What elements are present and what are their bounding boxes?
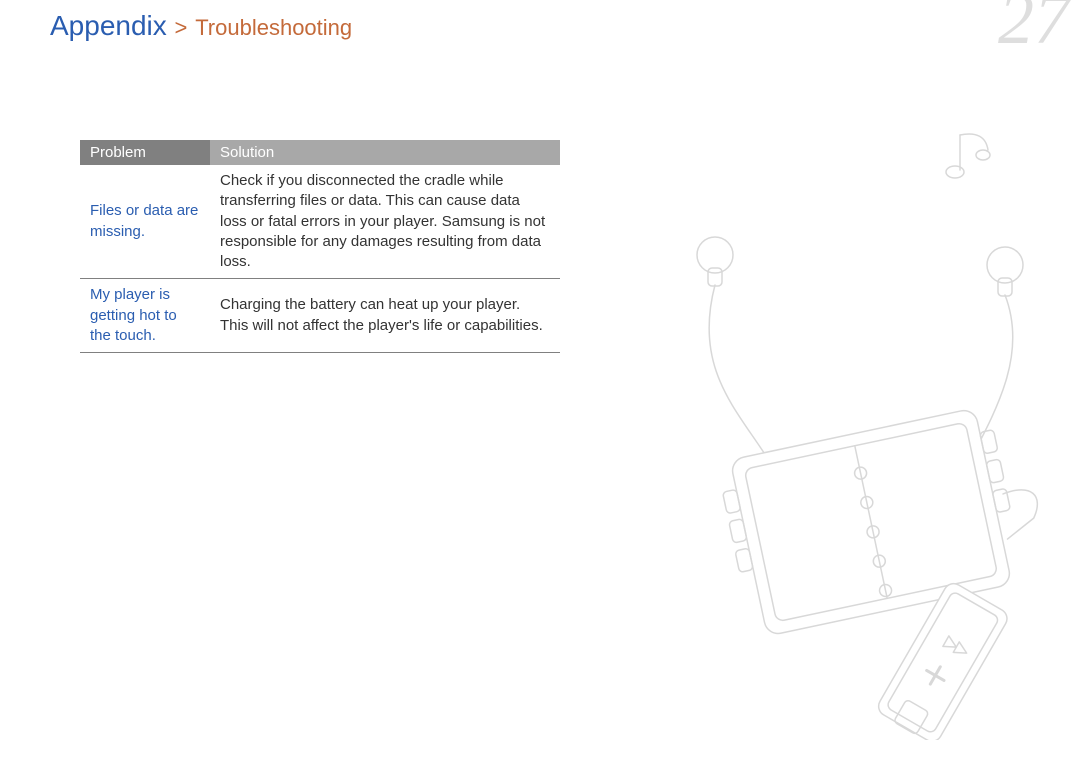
page-number: 27 bbox=[998, 0, 1070, 61]
product-illustration bbox=[610, 120, 1070, 740]
solution-cell: Charging the battery can heat up your pl… bbox=[210, 279, 560, 353]
problem-cell: My player is getting hot to the touch. bbox=[80, 279, 210, 353]
solution-cell: Check if you disconnected the cradle whi… bbox=[210, 165, 560, 279]
problem-cell: Files or data are missing. bbox=[80, 165, 210, 279]
header-subsection: Troubleshooting bbox=[195, 15, 352, 40]
header-section: Appendix bbox=[50, 10, 167, 41]
table-row: Files or data are missing. Check if you … bbox=[80, 165, 560, 279]
page-header: Appendix > Troubleshooting bbox=[50, 10, 352, 42]
header-separator: > bbox=[175, 15, 188, 40]
troubleshooting-table: Problem Solution Files or data are missi… bbox=[80, 140, 560, 353]
column-header-solution: Solution bbox=[210, 140, 560, 165]
earphones-player-icon bbox=[610, 120, 1070, 740]
column-header-problem: Problem bbox=[80, 140, 210, 165]
table-row: My player is getting hot to the touch. C… bbox=[80, 279, 560, 353]
